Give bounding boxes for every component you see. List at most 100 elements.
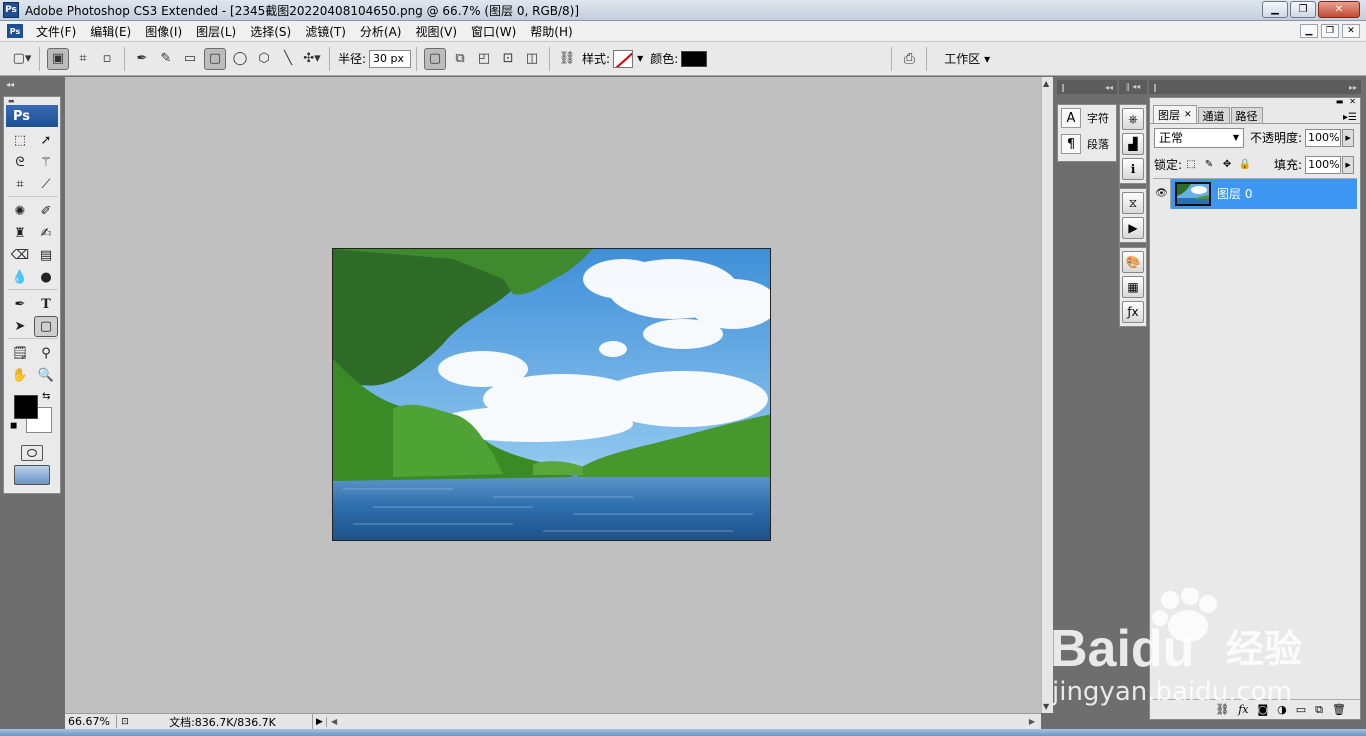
layer-row[interactable]: 👁 图层 0 <box>1153 178 1357 209</box>
menu-view[interactable]: 视图(V) <box>408 23 464 40</box>
collapse-toolbox-icon[interactable]: ◂◂ <box>6 80 14 89</box>
adjustment-layer-icon[interactable]: ◑ <box>1277 703 1287 716</box>
histogram-icon[interactable]: ▟ <box>1122 133 1144 155</box>
menu-edit[interactable]: 编辑(E) <box>83 23 138 40</box>
zoom-tool-icon[interactable]: 🔍 <box>34 365 58 386</box>
panel-close-icon[interactable]: ✕ <box>1349 98 1356 106</box>
color-swatch[interactable] <box>681 50 708 67</box>
quick-mask-button[interactable] <box>21 445 43 461</box>
link-layers-icon[interactable]: ⛓ <box>1215 703 1229 716</box>
scroll-left-icon[interactable]: ◀ <box>331 717 337 726</box>
workspace-menu-button[interactable]: 工作区 ▾ <box>944 50 990 67</box>
menu-analysis[interactable]: 分析(A) <box>353 23 409 40</box>
hand-tool-icon[interactable]: ✋ <box>8 365 32 386</box>
marquee-tool-icon[interactable]: ⬚ <box>8 130 32 151</box>
fill-slider-arrow-icon[interactable]: ▶ <box>1342 155 1355 174</box>
history-brush-tool-icon[interactable]: ✍ <box>34 223 58 244</box>
menu-help[interactable]: 帮助(H) <box>523 23 579 40</box>
actions-icon[interactable]: ▶ <box>1122 217 1144 239</box>
document-image[interactable] <box>332 248 771 541</box>
blur-tool-icon[interactable]: 💧 <box>8 267 32 288</box>
path-selection-tool-icon[interactable]: ➤ <box>8 316 32 337</box>
polygon-shape-icon[interactable]: ⬡ <box>254 48 274 70</box>
menu-window[interactable]: 窗口(W) <box>464 23 523 40</box>
custom-shape-icon[interactable]: ✣▾ <box>302 48 322 70</box>
panel-minimize-icon[interactable]: ▬ <box>1336 98 1344 106</box>
status-menu-arrow-icon[interactable]: ▶ <box>313 716 327 727</box>
tool-preset-picker[interactable]: ▢▾ <box>12 48 32 70</box>
create-new-shape-layer-icon[interactable]: ▢ <box>424 47 447 70</box>
new-group-icon[interactable]: ▭ <box>1296 703 1306 716</box>
default-colors-icon[interactable]: ◼ <box>10 421 17 431</box>
lock-transparency-icon[interactable]: ⬚ <box>1184 158 1198 172</box>
rounded-rectangle-icon[interactable]: ▢ <box>204 47 226 70</box>
screen-mode-button[interactable] <box>14 465 50 485</box>
file-browser-icon[interactable]: ⎙ <box>899 48 919 70</box>
doc-close-button[interactable]: ✕ <box>1342 24 1360 38</box>
zoom-level-field[interactable]: 66.67% <box>65 715 117 728</box>
shape-layers-button[interactable]: ▣ <box>47 47 69 70</box>
scroll-down-icon[interactable]: ▼ <box>1043 702 1049 711</box>
swap-colors-icon[interactable]: ⇆ <box>42 391 50 402</box>
lock-position-icon[interactable]: ✥ <box>1220 158 1234 172</box>
vertical-scrollbar[interactable]: ▲ ▼ <box>1041 77 1053 713</box>
gradient-tool-icon[interactable]: ▤ <box>34 245 58 266</box>
eyedropper-tool-icon[interactable]: ⚲ <box>34 343 58 364</box>
info-icon[interactable]: ℹ <box>1122 158 1144 180</box>
close-tab-icon[interactable]: ✕ <box>1184 110 1192 120</box>
character-panel-button[interactable]: A 字符 <box>1058 105 1116 131</box>
lock-all-icon[interactable]: 🔒 <box>1238 158 1252 172</box>
document-menu-icon[interactable]: Ps <box>7 24 23 38</box>
blend-mode-select[interactable]: 正常 ▼ <box>1154 127 1244 148</box>
crop-tool-icon[interactable]: ⌗ <box>8 174 32 195</box>
clone-stamp-tool-icon[interactable]: ♜ <box>8 223 32 244</box>
layer-style-icon[interactable]: fx <box>1238 703 1248 716</box>
magic-wand-tool-icon[interactable]: ⚚ <box>34 152 58 173</box>
menu-select[interactable]: 选择(S) <box>243 23 298 40</box>
exclude-overlapping-icon[interactable]: ◫ <box>522 48 542 70</box>
swatches-icon[interactable]: ▦ <box>1122 276 1144 298</box>
freeform-pen-icon[interactable]: ✎ <box>156 48 176 70</box>
navigator-icon[interactable]: ⎈ <box>1122 108 1144 130</box>
paths-button[interactable]: ⌗ <box>73 48 93 70</box>
fill-field[interactable]: 100% <box>1305 155 1342 174</box>
history-icon[interactable]: ⧖ <box>1122 192 1144 214</box>
dodge-tool-icon[interactable]: ● <box>34 267 58 288</box>
tab-channels[interactable]: 通道 <box>1197 107 1230 123</box>
panel-dock-header[interactable]: ‖ ◂◂ <box>1057 80 1117 94</box>
eraser-tool-icon[interactable]: ⌫ <box>8 245 32 266</box>
toolbox-grip[interactable]: ▬ <box>4 97 60 105</box>
status-preview-icon[interactable]: ⊡ <box>117 717 133 727</box>
ellipse-shape-icon[interactable]: ◯ <box>230 48 250 70</box>
move-tool-icon[interactable]: ➚ <box>34 130 58 151</box>
menu-filter[interactable]: 滤镜(T) <box>298 23 353 40</box>
selected-layer[interactable]: 图层 0 <box>1171 178 1357 209</box>
pen-tool-icon[interactable]: ✒ <box>132 48 152 70</box>
layers-dock-header[interactable]: ‖ ▸▸ <box>1149 80 1361 94</box>
radius-input[interactable]: 30 px <box>369 49 412 68</box>
type-tool-icon[interactable]: T <box>34 294 58 315</box>
rounded-rectangle-tool-icon[interactable]: ▢ <box>34 316 58 337</box>
tab-paths[interactable]: 路径 <box>1230 107 1263 123</box>
pen-tool-icon[interactable]: ✒ <box>8 294 32 315</box>
opacity-slider-arrow-icon[interactable]: ▶ <box>1342 128 1355 147</box>
delete-layer-icon[interactable]: 🗑 <box>1332 703 1346 716</box>
style-picker-swatch[interactable] <box>613 49 634 68</box>
add-to-shape-area-icon[interactable]: ⧉ <box>450 48 470 70</box>
close-button[interactable]: ✕ <box>1318 1 1360 18</box>
healing-brush-tool-icon[interactable]: ✺ <box>8 201 32 222</box>
opacity-field[interactable]: 100% <box>1305 128 1342 147</box>
doc-minimize-button[interactable]: ▁ <box>1300 24 1318 38</box>
doc-restore-button[interactable]: ❐ <box>1321 24 1339 38</box>
notes-tool-icon[interactable]: 🗒 <box>8 343 32 364</box>
subtract-shape-area-icon[interactable]: ◰ <box>474 48 494 70</box>
link-icon[interactable]: ⛓ <box>557 48 577 70</box>
brush-tool-icon[interactable]: ✐ <box>34 201 58 222</box>
scroll-up-icon[interactable]: ▲ <box>1043 79 1049 88</box>
rectangle-shape-icon[interactable]: ▭ <box>180 48 200 70</box>
lock-image-icon[interactable]: ✎ <box>1202 158 1216 172</box>
visibility-eye-icon[interactable]: 👁 <box>1153 178 1171 209</box>
foreground-color-swatch[interactable] <box>14 395 38 419</box>
line-shape-icon[interactable]: ╲ <box>278 48 298 70</box>
panel-menu-icon[interactable]: ▸☰ <box>1343 112 1357 123</box>
